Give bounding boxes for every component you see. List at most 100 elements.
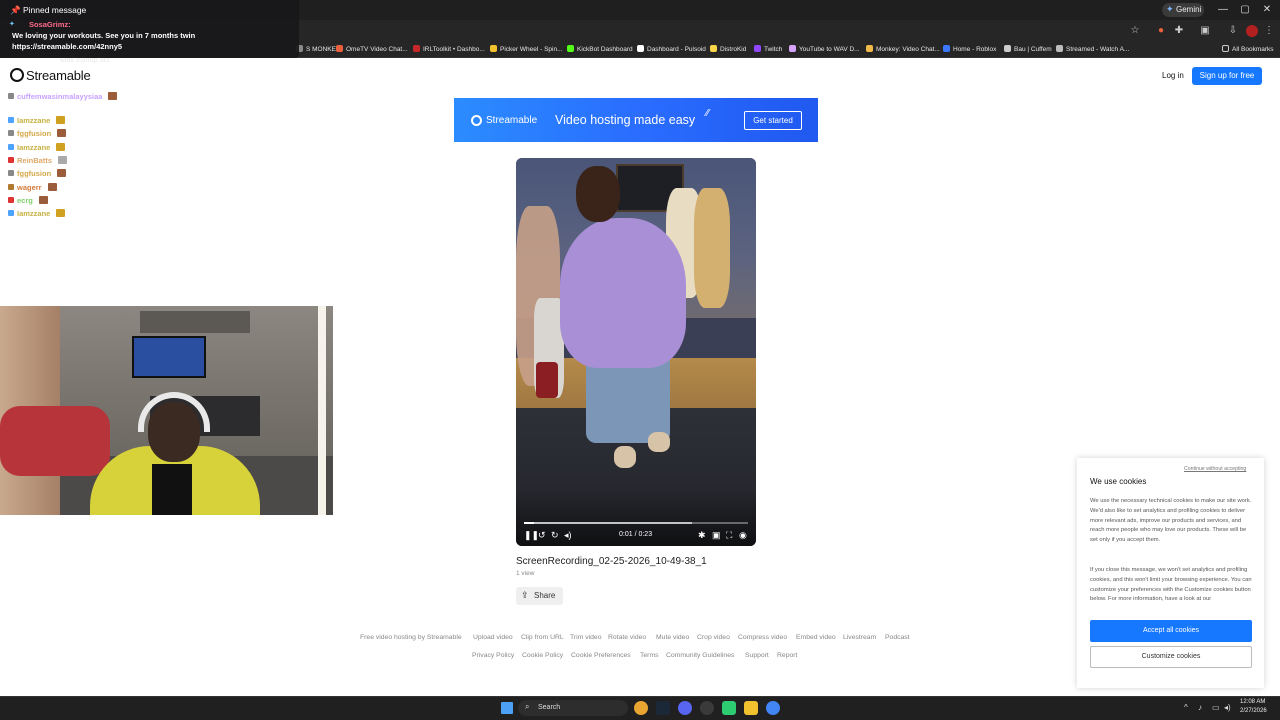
footer-link[interactable]: Livestream <box>843 634 876 641</box>
chrome-active-icon[interactable] <box>766 701 780 715</box>
downloads-icon[interactable]: ⇩ <box>1226 24 1240 38</box>
bookmark-favicon-icon <box>567 45 574 52</box>
footer-link[interactable]: Report <box>777 652 797 659</box>
footer-link[interactable]: Embed video <box>796 634 836 641</box>
app-icon[interactable] <box>722 701 736 715</box>
continue-without-accepting-link[interactable]: Continue without accepting <box>1184 466 1246 472</box>
chat-badge-icon <box>8 130 14 136</box>
footer-link[interactable]: Support <box>745 652 769 659</box>
chat-username[interactable]: wagerr <box>17 183 42 192</box>
footer-link[interactable]: Trim video <box>570 634 601 641</box>
close-icon[interactable]: ✕ <box>1256 2 1278 18</box>
chat-username[interactable]: ReinBatts <box>17 156 52 165</box>
bookmark-item[interactable]: IRLToolkit • Dashbo... <box>413 44 485 56</box>
footer-link[interactable]: Privacy Policy <box>472 652 514 659</box>
bookmark-item[interactable]: Home - Roblox <box>943 44 996 56</box>
rewind-icon[interactable]: ↺ <box>538 530 546 540</box>
volume-tray-icon[interactable]: ◂) <box>1224 703 1231 712</box>
chat-username[interactable]: Iamzzane <box>17 116 50 125</box>
chat-line: cuffemwasinmalayysiaa <box>8 92 118 103</box>
bookmark-item[interactable]: OmeTV Video Chat... <box>336 44 408 56</box>
footer-link[interactable]: Free video hosting by Streamable <box>360 634 462 641</box>
start-icon[interactable] <box>501 702 513 714</box>
accept-all-cookies-button[interactable]: Accept all cookies <box>1090 620 1252 642</box>
clock-time[interactable]: 12:08 AM <box>1240 699 1265 705</box>
bookmark-favicon-icon <box>754 45 761 52</box>
file-explorer-icon[interactable] <box>744 701 758 715</box>
all-bookmarks[interactable]: All Bookmarks <box>1222 44 1274 56</box>
share-icon: ⇪ <box>521 590 529 600</box>
chat-username[interactable]: fggfusion <box>17 129 51 138</box>
get-started-button[interactable]: Get started <box>744 111 802 130</box>
customize-cookies-button[interactable]: Customize cookies <box>1090 646 1252 668</box>
maximize-icon[interactable]: ▢ <box>1234 2 1256 18</box>
chat-username[interactable]: Iamzzane <box>17 143 50 152</box>
bookmark-favicon-icon <box>710 45 717 52</box>
bookmark-item[interactable]: DistroKid <box>710 44 746 56</box>
chat-username[interactable]: fggfusion <box>17 169 51 178</box>
video-player[interactable]: ❚❚ ↺ ↻ ◂) 0:01 / 0:23 ✱ ▣ ⛶ ◉ <box>516 158 756 546</box>
bookmark-item[interactable]: YouTube to WAV D... <box>789 44 860 56</box>
pinned-message-url[interactable]: https://streamable.com/42nny5 <box>12 42 122 51</box>
footer-link[interactable]: Rotate video <box>608 634 646 641</box>
bookmark-item[interactable]: Monkey: Video Chat... <box>866 44 940 56</box>
menu-icon[interactable]: ⋮ <box>1262 24 1276 38</box>
streamable-player-logo-icon[interactable]: ◉ <box>739 530 747 540</box>
clock-date[interactable]: 2/27/2026 <box>1240 708 1267 714</box>
bookmark-item[interactable]: Bau | Cuffem <box>1004 44 1052 56</box>
signup-button[interactable]: Sign up for free <box>1192 67 1262 85</box>
login-link[interactable]: Log in <box>1162 71 1184 80</box>
footer-link[interactable]: Podcast <box>885 634 910 641</box>
seek-bar-buffered <box>524 522 692 524</box>
profile-avatar[interactable] <box>1246 25 1258 37</box>
mic-icon[interactable]: ♪ <box>1198 703 1202 712</box>
footer-link[interactable]: Clip from URL <box>521 634 564 641</box>
fullscreen-icon[interactable]: ⛶ <box>726 530 732 540</box>
bookmark-item[interactable]: Twitch <box>754 44 782 56</box>
steam-app-icon[interactable] <box>656 701 670 715</box>
cookie-description-2: If you close this message, we won't set … <box>1090 567 1252 603</box>
puzzle-icon[interactable]: ✚ <box>1172 24 1186 38</box>
pause-icon[interactable]: ❚❚ <box>524 530 539 540</box>
chat-username[interactable]: ecrg <box>17 196 33 205</box>
footer-link[interactable]: Upload video <box>473 634 513 641</box>
footer-link[interactable]: Compress video <box>738 634 787 641</box>
bookmark-favicon-icon <box>1056 45 1063 52</box>
streamable-logo[interactable]: Streamable <box>26 68 91 83</box>
bookmark-item[interactable]: Picker Wheel - Spin... <box>490 44 563 56</box>
footer-link[interactable]: Terms <box>640 652 659 659</box>
footer-link[interactable]: Crop video <box>697 634 730 641</box>
volume-icon[interactable]: ◂) <box>564 530 572 540</box>
chat-username[interactable]: Iamzzane <box>17 209 50 218</box>
bookmark-item[interactable]: Dashboard - Pulsoid <box>637 44 706 56</box>
banner-logo-icon <box>471 115 482 126</box>
footer-link[interactable]: Cookie Preferences <box>571 652 631 659</box>
minimize-icon[interactable]: — <box>1212 2 1234 18</box>
extension-icon[interactable]: ● <box>1154 24 1168 38</box>
bookmark-item[interactable]: KickBot Dashboard <box>567 44 633 56</box>
footer-link[interactable]: Mute video <box>656 634 689 641</box>
webcam-streamer-shirt <box>152 464 192 515</box>
streamable-logo-icon[interactable] <box>10 68 24 82</box>
taskbar-search[interactable]: Search <box>518 700 628 716</box>
forward-icon[interactable]: ↻ <box>551 530 559 540</box>
network-icon[interactable]: ▭ <box>1212 703 1220 712</box>
chevron-up-icon[interactable]: ^ <box>1184 703 1188 712</box>
chat-line: Iamzzane <box>8 116 66 127</box>
bookmark-favicon-icon <box>637 45 644 52</box>
chat-emote-icon <box>56 209 66 217</box>
chrome-app-icon[interactable] <box>634 701 648 715</box>
bookmark-item[interactable]: S MONKEY <box>296 44 340 56</box>
sidepanel-icon[interactable]: ▣ <box>1198 24 1212 38</box>
chat-username[interactable]: cuffemwasinmalayysiaa <box>17 92 102 101</box>
chat-emote-icon <box>57 129 67 137</box>
bookmark-item[interactable]: Streamed - Watch A... <box>1056 44 1129 56</box>
star-icon[interactable]: ☆ <box>1128 24 1142 38</box>
footer-link[interactable]: Community Guidelines <box>666 652 734 659</box>
footer-link[interactable]: Cookie Policy <box>522 652 563 659</box>
discord-app-icon[interactable] <box>678 701 692 715</box>
pip-icon[interactable]: ▣ <box>712 530 721 540</box>
chat-line: ReinBatts <box>8 156 68 167</box>
settings-icon[interactable]: ✱ <box>698 530 706 540</box>
obs-app-icon[interactable] <box>700 701 714 715</box>
